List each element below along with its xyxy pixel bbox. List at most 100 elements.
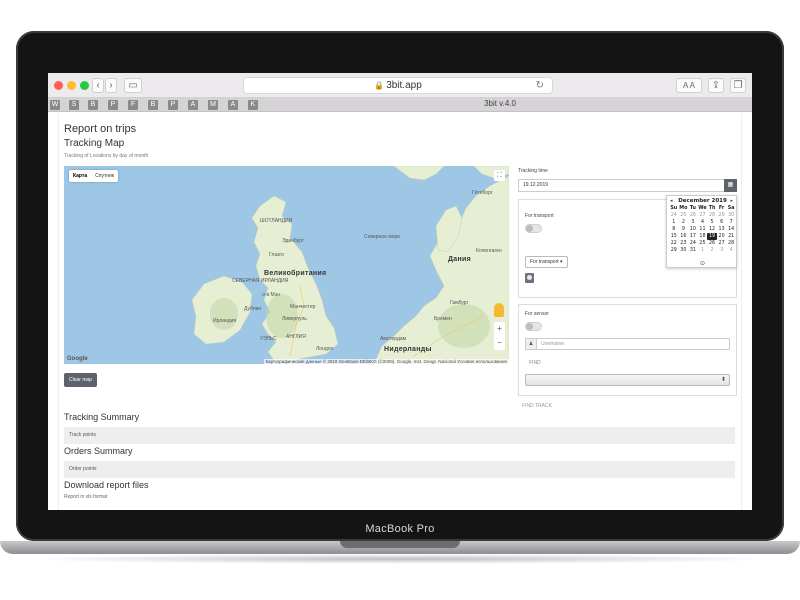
calendar-day[interactable]: 30: [726, 212, 736, 219]
calendar-day[interactable]: 17: [688, 233, 698, 240]
calendar-day[interactable]: 3: [717, 247, 727, 254]
zoom-control: + −: [494, 322, 505, 350]
calendar-weekday: Sa: [727, 206, 735, 211]
laptop-notch: [340, 541, 460, 548]
calendar-weekday: We: [698, 206, 707, 211]
transport-label: For transport: [525, 213, 554, 219]
find-button[interactable]: FIND: [529, 360, 541, 366]
fullscreen-icon[interactable]: ⛶: [494, 170, 505, 181]
map-type-satellite-tab[interactable]: Спутник: [91, 170, 118, 182]
map-label: Амстердам: [380, 336, 407, 342]
calendar-weekday: Mo: [679, 206, 688, 211]
track-points-bar[interactable]: Track points: [64, 427, 735, 444]
url-bar[interactable]: 🔒 3bit.app ↻: [243, 77, 553, 94]
calendar-day[interactable]: 8: [669, 226, 679, 233]
minimize-window-button[interactable]: [67, 81, 76, 90]
calendar-day[interactable]: 28: [707, 212, 717, 219]
calendar-day[interactable]: 28: [726, 240, 736, 247]
find-track-button[interactable]: FIND TRACK: [522, 403, 552, 409]
tabs-icon[interactable]: ❐: [730, 78, 746, 93]
calendar-day[interactable]: 6: [717, 219, 727, 226]
zoom-window-button[interactable]: [80, 81, 89, 90]
sensor-select[interactable]: ⬍: [525, 374, 730, 386]
pegman-icon[interactable]: [494, 303, 504, 317]
calendar-day[interactable]: 14: [726, 226, 736, 233]
calendar-day[interactable]: 21: [726, 233, 736, 240]
browser-toolbar: ‹ › ▭ 🔒 3bit.app ↻ A A ⇪ ❐: [48, 73, 752, 98]
close-window-button[interactable]: [54, 81, 63, 90]
calendar-day[interactable]: 24: [688, 240, 698, 247]
calendar-day[interactable]: 27: [717, 240, 727, 247]
map-label: Дания: [448, 256, 471, 263]
report-xls-link[interactable]: Report in xls format: [64, 494, 107, 500]
sensor-toggle[interactable]: [525, 322, 542, 331]
calendar-day[interactable]: 15: [669, 233, 679, 240]
back-icon[interactable]: ‹: [92, 78, 104, 93]
calendar-day[interactable]: 1: [698, 247, 708, 254]
calendar-day[interactable]: 29: [669, 247, 679, 254]
calendar-day[interactable]: 22: [669, 240, 679, 247]
zoom-in-icon[interactable]: +: [494, 322, 505, 336]
calendar-day[interactable]: 24: [669, 212, 679, 219]
calendar-day[interactable]: 1: [669, 219, 679, 226]
transport-toggle[interactable]: [525, 224, 542, 233]
map-label: Копенгаген: [476, 248, 502, 254]
clear-map-button[interactable]: Clear map: [64, 373, 98, 387]
calendar-day[interactable]: 11: [698, 226, 708, 233]
tab-title[interactable]: 3bit v.4.0: [48, 99, 752, 108]
calendar-day[interactable]: 2: [707, 247, 717, 254]
calendar-day[interactable]: 2: [679, 219, 689, 226]
calendar-day[interactable]: 18: [698, 233, 708, 240]
order-points-bar[interactable]: Order points: [64, 461, 735, 478]
map-label: СЕВЕРНАЯ ИРЛАНДИЯ: [232, 278, 289, 284]
calendar-day[interactable]: 5: [707, 219, 717, 226]
calendar-icon[interactable]: ▦: [724, 179, 737, 192]
calendar-day[interactable]: 10: [688, 226, 698, 233]
next-month-icon[interactable]: ▸: [730, 198, 733, 204]
calendar-day[interactable]: 9: [679, 226, 689, 233]
map-label: ШОТЛАНДИЯ: [260, 218, 293, 224]
transport-action-button[interactable]: [525, 273, 534, 283]
calendar-day[interactable]: 26: [707, 240, 717, 247]
calendar-day[interactable]: 23: [679, 240, 689, 247]
calendar-day[interactable]: 19: [707, 233, 717, 240]
calendar-day[interactable]: 13: [717, 226, 727, 233]
calendar-day[interactable]: 29: [717, 212, 727, 219]
calendar-day[interactable]: 7: [726, 219, 736, 226]
calendar-day[interactable]: 27: [698, 212, 708, 219]
text-size-icon[interactable]: A A: [676, 78, 702, 93]
calendar-day[interactable]: 30: [679, 247, 689, 254]
zoom-out-icon[interactable]: −: [494, 336, 505, 350]
page: Report on trips Tracking Map Tracking of…: [48, 113, 752, 510]
calendar-day[interactable]: 31: [688, 247, 698, 254]
forward-icon[interactable]: ›: [105, 78, 117, 93]
calendar-day[interactable]: 25: [679, 212, 689, 219]
transport-select[interactable]: For transport ▾: [525, 256, 568, 268]
calendar-day[interactable]: 12: [707, 226, 717, 233]
tracking-date-input[interactable]: 19.12.2019: [518, 179, 726, 192]
calendar-day[interactable]: 3: [688, 219, 698, 226]
calendar-day[interactable]: 25: [698, 240, 708, 247]
calendar-grid: Su Mo Tu We Th Fr Sa 24 25 26 27 28 29 30 1 2 3 4 5 6 7 8 9 10 1…: [669, 205, 736, 254]
calendar-week-row: 1234567: [669, 219, 736, 226]
calendar-day[interactable]: 20: [717, 233, 727, 240]
calendar-day[interactable]: 4: [698, 219, 708, 226]
reload-icon[interactable]: ↻: [536, 78, 544, 93]
calendar-month[interactable]: December 2019: [667, 198, 738, 205]
calendar-day[interactable]: 26: [688, 212, 698, 219]
map-type-map-tab[interactable]: Карта: [69, 170, 91, 182]
calendar-week-row: 15 16 17 18 19 20 21: [669, 233, 736, 240]
clock-icon[interactable]: ⊙: [667, 260, 738, 267]
username-field[interactable]: ♟ Username: [525, 338, 730, 350]
tracking-map[interactable]: Карта Спутник ⛶ + − ШОТЛАНДИЯ Эдинбург Г…: [64, 166, 509, 364]
page-title: Report on trips: [64, 123, 137, 135]
calendar-weekday-row: Su Mo Tu We Th Fr Sa: [669, 205, 736, 212]
sidebar-icon[interactable]: ▭: [124, 78, 142, 93]
map-label: о-в Мэн: [262, 292, 281, 298]
map-attribution[interactable]: Картографические данные © 2019 GeoBasis-…: [263, 359, 509, 364]
share-icon[interactable]: ⇪: [708, 78, 724, 93]
calendar-weekday: Th: [708, 206, 716, 211]
calendar-day[interactable]: 16: [679, 233, 689, 240]
calendar-day[interactable]: 4: [726, 247, 736, 254]
calendar-week-row: 8 9 10 11 12 13 14: [669, 226, 736, 233]
